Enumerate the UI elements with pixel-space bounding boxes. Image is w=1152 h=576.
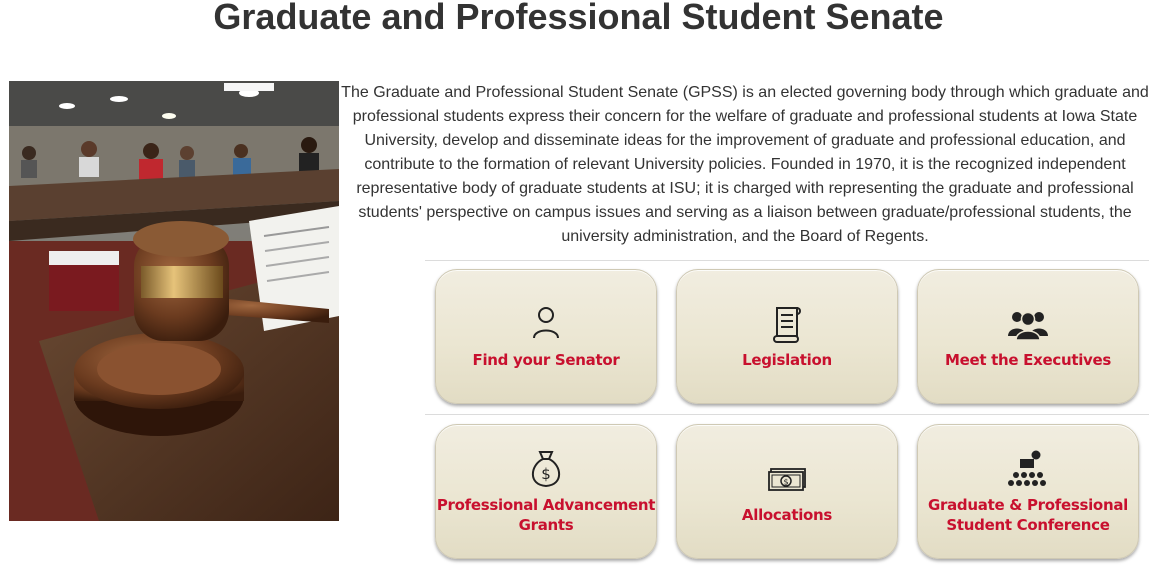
legislation-button[interactable]: Legislation — [676, 269, 898, 404]
page-title: Graduate and Professional Student Senate — [213, 0, 944, 37]
gpsc-label: Graduate & Professional Student Conferen… — [928, 495, 1128, 534]
gpsc-button[interactable]: Graduate & Professional Student Conferen… — [917, 424, 1139, 559]
meet-executives-label: Meet the Executives — [944, 350, 1112, 369]
meet-executives-button[interactable]: Meet the Executives — [917, 269, 1139, 404]
allocations-button[interactable]: $ Allocations — [676, 424, 898, 559]
professional-advancement-grants-label: Professional Advancement Grants — [436, 495, 656, 534]
legislation-label: Legislation — [742, 350, 832, 369]
professional-advancement-grants-button[interactable]: $ Professional Advancement Grants — [435, 424, 657, 559]
senate-gavel-photo — [9, 81, 339, 521]
allocations-label: Allocations — [741, 505, 833, 524]
svg-text:$: $ — [783, 477, 788, 486]
group-people-icon — [1006, 304, 1050, 344]
find-senator-label: Find your Senator — [472, 350, 620, 369]
presenter-audience-icon — [1006, 449, 1050, 489]
person-icon — [524, 304, 568, 344]
money-bag-icon: $ — [524, 449, 568, 489]
gpss-description: The Graduate and Professional Student Se… — [341, 84, 1149, 245]
divider-top — [425, 260, 1149, 261]
svg-text:$: $ — [541, 465, 551, 483]
cash-stack-icon: $ — [765, 459, 809, 499]
find-senator-button[interactable]: Find your Senator — [435, 269, 657, 404]
divider-middle — [425, 414, 1149, 415]
scroll-document-icon — [765, 304, 809, 344]
